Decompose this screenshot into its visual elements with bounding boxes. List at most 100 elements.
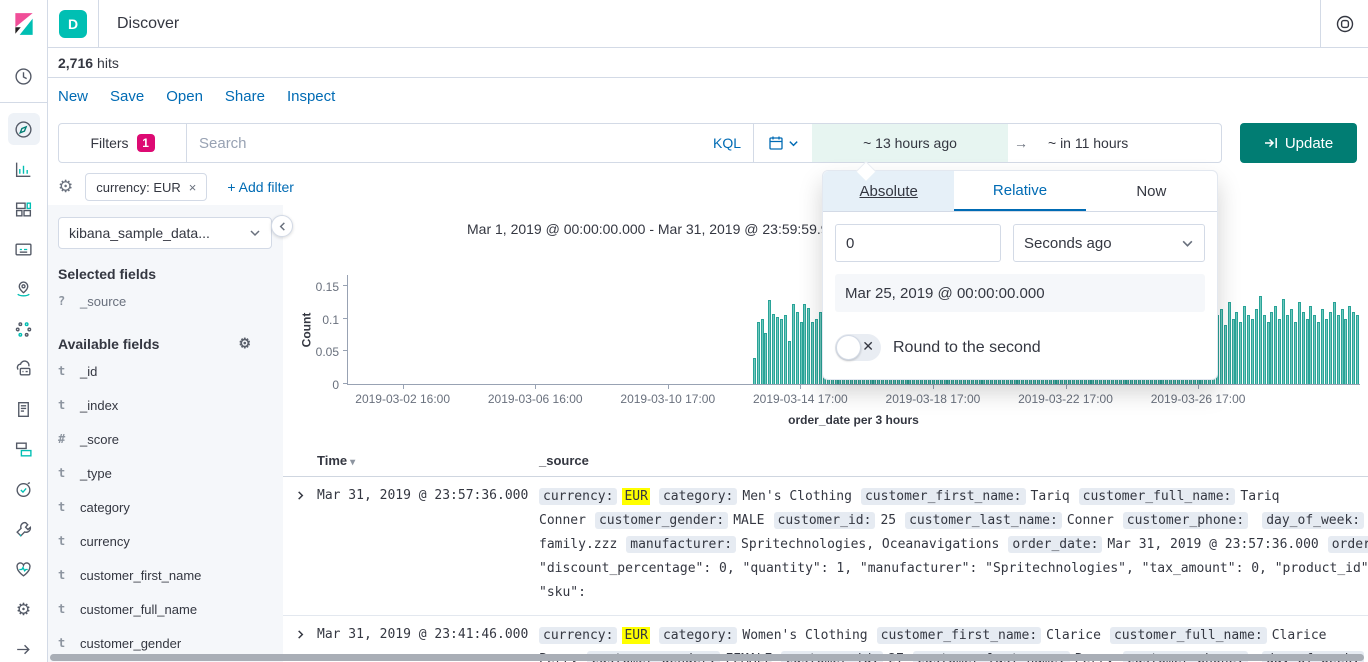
histogram-bar[interactable] <box>800 322 803 384</box>
time-start-button[interactable]: ~ 13 hours ago <box>812 124 1008 162</box>
histogram-bar[interactable] <box>1278 319 1281 384</box>
dev-tools-icon[interactable] <box>8 513 40 545</box>
discover-icon[interactable] <box>8 113 40 145</box>
menu-link-open[interactable]: Open <box>166 88 203 105</box>
index-pattern-select[interactable]: kibana_sample_data... <box>58 217 272 249</box>
histogram-bar[interactable] <box>1224 325 1227 384</box>
update-button[interactable]: Update <box>1240 123 1357 163</box>
field-item-_score[interactable]: #_score <box>58 422 273 456</box>
menu-link-new[interactable]: New <box>58 88 88 105</box>
dashboard-icon[interactable] <box>8 193 40 225</box>
histogram-bar[interactable] <box>1302 312 1305 384</box>
histogram-bar[interactable] <box>1259 296 1262 384</box>
expand-row-icon[interactable] <box>283 485 317 605</box>
histogram-bar[interactable] <box>1235 312 1238 384</box>
histogram-bar[interactable] <box>1239 322 1242 384</box>
histogram-bar[interactable] <box>1290 309 1293 384</box>
maps-icon[interactable] <box>8 273 40 305</box>
filters-button[interactable]: Filters 1 <box>59 124 187 162</box>
histogram-bar[interactable] <box>1329 312 1332 384</box>
horizontal-scrollbar[interactable] <box>50 654 1364 661</box>
histogram-bar[interactable] <box>1317 322 1320 384</box>
histogram-bar[interactable] <box>1344 319 1347 384</box>
menu-link-save[interactable]: Save <box>110 88 144 105</box>
histogram-bar[interactable] <box>1333 302 1336 384</box>
calendar-dropdown-button[interactable] <box>754 124 812 162</box>
space-badge[interactable]: D <box>59 10 87 38</box>
histogram-bar[interactable] <box>1270 312 1273 384</box>
histogram-bar[interactable] <box>1243 306 1246 384</box>
histogram-bar[interactable] <box>1313 315 1316 384</box>
histogram-bar[interactable] <box>796 312 799 384</box>
histogram-bar[interactable] <box>1255 309 1258 384</box>
histogram-bar[interactable] <box>815 319 818 384</box>
field-item-category[interactable]: tcategory <box>58 490 273 524</box>
histogram-bar[interactable] <box>1286 315 1289 384</box>
round-toggle[interactable]: ✕ <box>835 334 881 361</box>
collapse-rail-icon[interactable] <box>8 633 40 662</box>
apm-icon[interactable] <box>8 433 40 465</box>
histogram-bar[interactable] <box>761 319 764 384</box>
infrastructure-icon[interactable] <box>8 353 40 385</box>
histogram-bar[interactable] <box>1263 315 1266 384</box>
field-item-_type[interactable]: t_type <box>58 456 273 490</box>
stack-monitoring-icon[interactable] <box>8 553 40 585</box>
histogram-bar[interactable] <box>784 315 787 384</box>
management-icon[interactable]: ⚙ <box>8 593 40 625</box>
histogram-bar[interactable] <box>753 358 756 384</box>
recently-viewed-icon[interactable] <box>8 60 40 92</box>
histogram-bar[interactable] <box>1356 315 1359 384</box>
uptime-icon[interactable] <box>8 473 40 505</box>
tab-relative[interactable]: Relative <box>954 171 1085 211</box>
remove-filter-icon[interactable]: × <box>189 180 197 195</box>
kibana-logo[interactable] <box>0 0 48 48</box>
field-settings-gear-icon[interactable]: ⚙ <box>238 335 251 352</box>
field-item-_id[interactable]: t_id <box>58 354 273 388</box>
field-item-_index[interactable]: t_index <box>58 388 273 422</box>
tab-now[interactable]: Now <box>1086 171 1217 211</box>
relative-value-input[interactable] <box>835 224 1001 262</box>
histogram-bar[interactable] <box>1306 319 1309 384</box>
field-item-currency[interactable]: tcurrency <box>58 524 273 558</box>
histogram-bar[interactable] <box>803 304 806 384</box>
column-header-time[interactable]: Time▾ <box>317 453 539 468</box>
histogram-bar[interactable] <box>1267 322 1270 384</box>
histogram-bar[interactable] <box>1298 302 1301 384</box>
histogram-bar[interactable] <box>1341 309 1344 384</box>
histogram-bar[interactable] <box>1321 309 1324 384</box>
histogram-bar[interactable] <box>780 319 783 384</box>
histogram-bar[interactable] <box>1247 315 1250 384</box>
tab-absolute[interactable]: Absolute <box>823 171 954 211</box>
histogram-bar[interactable] <box>1294 322 1297 384</box>
histogram-bar[interactable] <box>1282 299 1285 384</box>
histogram-bar[interactable] <box>768 300 771 384</box>
histogram-bar[interactable] <box>1325 319 1328 384</box>
menu-link-inspect[interactable]: Inspect <box>287 88 335 105</box>
histogram-bar[interactable] <box>1348 306 1351 384</box>
kql-button[interactable]: KQL <box>713 135 741 151</box>
help-icon[interactable] <box>1321 0 1368 48</box>
histogram-bar[interactable] <box>1309 306 1312 384</box>
histogram-bar[interactable] <box>772 314 775 384</box>
machine-learning-icon[interactable] <box>8 313 40 345</box>
histogram-bar[interactable] <box>1232 319 1235 384</box>
histogram-bar[interactable] <box>1337 315 1340 384</box>
histogram-bar[interactable] <box>1352 312 1355 384</box>
field-item-_source[interactable]: ?_source <box>58 284 273 318</box>
logs-icon[interactable] <box>8 393 40 425</box>
field-item-customer_first_name[interactable]: tcustomer_first_name <box>58 558 273 592</box>
histogram-bar[interactable] <box>1228 302 1231 384</box>
histogram-bar[interactable] <box>776 317 779 384</box>
histogram-bar[interactable] <box>788 341 791 384</box>
canvas-icon[interactable] <box>8 233 40 265</box>
search-input[interactable] <box>199 135 713 152</box>
relative-unit-select[interactable]: Seconds ago <box>1013 224 1205 262</box>
time-end-button[interactable]: ~ in 11 hours <box>1034 124 1221 162</box>
histogram-bar[interactable] <box>1220 309 1223 384</box>
histogram-bar[interactable] <box>811 322 814 384</box>
histogram-bar[interactable] <box>792 304 795 384</box>
filter-options-gear-icon[interactable]: ⚙ <box>58 177 73 197</box>
collapse-sidebar-button[interactable] <box>271 215 293 237</box>
histogram-bar[interactable] <box>1274 306 1277 384</box>
histogram-bar[interactable] <box>1251 319 1254 384</box>
